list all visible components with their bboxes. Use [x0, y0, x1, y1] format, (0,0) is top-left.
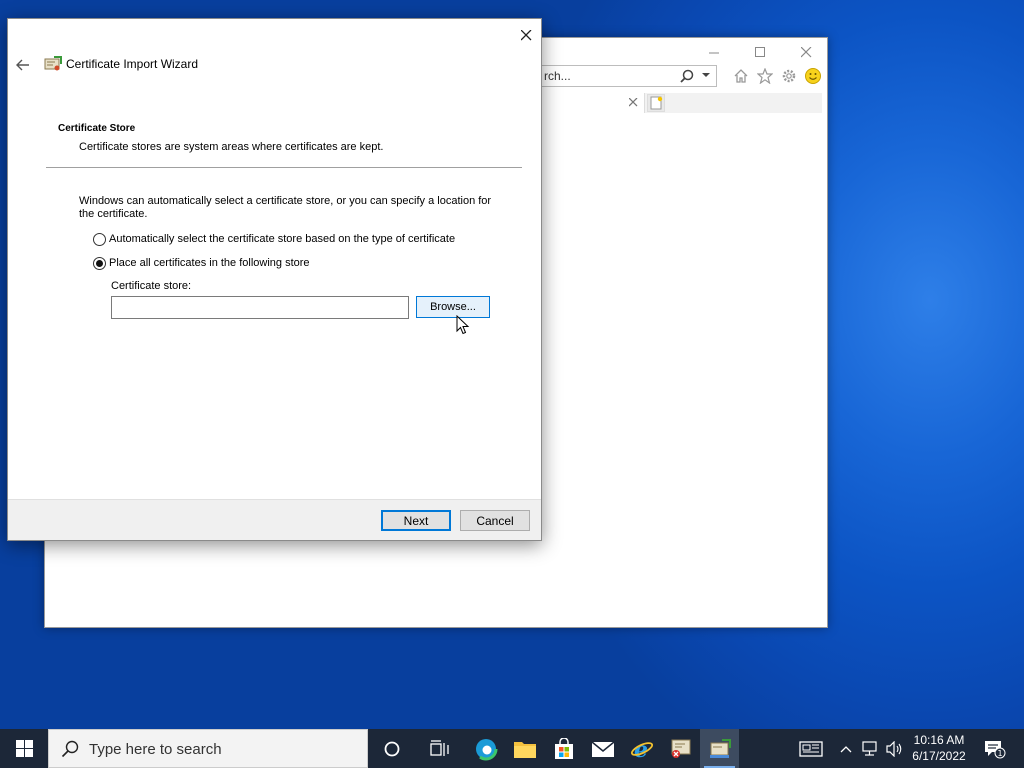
store-bag-icon	[554, 737, 573, 759]
taskbar-search-box[interactable]: Type here to search	[48, 729, 368, 768]
address-text: rch...	[544, 69, 571, 83]
minimize-button[interactable]	[691, 38, 737, 66]
maximize-button[interactable]	[737, 38, 783, 66]
internet-explorer-icon: e	[630, 737, 653, 761]
new-tab-icon	[650, 96, 663, 110]
start-button[interactable]	[0, 729, 48, 768]
radio-button-place[interactable]	[93, 256, 106, 270]
browser-close-button[interactable]	[783, 38, 829, 66]
mail-envelope-icon	[591, 740, 614, 757]
certificate-import-wizard-dialog: Certificate Import Wizard Certificate St…	[7, 18, 542, 541]
smiley-feedback-icon[interactable]	[803, 66, 823, 86]
intro-text: Windows can automatically select a certi…	[79, 195, 492, 220]
system-clock[interactable]: 10:16 AM 6/17/2022	[906, 732, 972, 764]
internet-explorer-taskbar-button[interactable]: e	[622, 729, 661, 768]
search-icon[interactable]	[680, 69, 694, 83]
section-description: Certificate stores are system areas wher…	[79, 141, 384, 153]
next-button[interactable]: Next	[381, 510, 451, 531]
task-view-icon	[429, 739, 449, 756]
browser-tab[interactable]	[541, 93, 645, 113]
mail-taskbar-button[interactable]	[583, 729, 622, 768]
folder-icon	[513, 741, 536, 758]
taskbar: Type here to search e 10:16 AM 6/17/2022	[0, 729, 1024, 768]
chevron-down-icon[interactable]	[702, 73, 710, 78]
cortana-button[interactable]	[372, 729, 411, 768]
chevron-up-icon	[840, 745, 852, 752]
search-placeholder: Type here to search	[89, 741, 222, 758]
minimize-icon	[708, 52, 719, 53]
edge-taskbar-button[interactable]	[466, 729, 505, 768]
close-icon	[800, 46, 811, 57]
edge-icon	[474, 737, 497, 760]
speaker-icon	[886, 740, 902, 757]
radio-label-place: Place all certificates in the following …	[109, 257, 310, 269]
place-in-store-option[interactable]: Place all certificates in the following …	[93, 255, 310, 271]
certificate-manager-taskbar-button[interactable]	[661, 729, 700, 768]
windows-logo-icon	[15, 740, 33, 757]
back-button[interactable]	[13, 55, 33, 75]
dialog-close-button[interactable]	[512, 23, 540, 47]
auto-select-store-option[interactable]: Automatically select the certificate sto…	[93, 231, 455, 247]
file-explorer-taskbar-button[interactable]	[505, 729, 544, 768]
gear-icon[interactable]	[779, 66, 799, 86]
search-icon	[61, 740, 79, 758]
show-hidden-icons-button[interactable]	[836, 729, 856, 768]
certificate-store-label: Certificate store:	[111, 280, 192, 292]
radio-label-auto: Automatically select the certificate sto…	[109, 233, 456, 245]
browse-button[interactable]: Browse...	[416, 296, 490, 318]
svg-text:e: e	[634, 737, 648, 761]
section-title: Certificate Store	[58, 123, 136, 134]
mouse-cursor-icon	[456, 315, 470, 335]
radio-button-auto[interactable]	[93, 232, 106, 246]
address-search-box[interactable]: rch...	[541, 65, 717, 87]
news-widget-button[interactable]	[796, 729, 826, 768]
close-icon	[520, 29, 531, 40]
notification-icon: 1	[985, 740, 1006, 758]
notification-center-button[interactable]: 1	[980, 729, 1010, 768]
news-icon	[799, 740, 823, 757]
favorites-star-icon[interactable]	[755, 66, 775, 86]
certificate-wizard-icon	[44, 56, 62, 71]
new-tab-button[interactable]	[647, 94, 665, 112]
home-icon[interactable]	[731, 66, 751, 86]
tab-close-icon[interactable]	[628, 96, 638, 110]
maximize-icon	[754, 46, 765, 57]
certificate-error-icon	[671, 739, 690, 758]
store-taskbar-button[interactable]	[544, 729, 583, 768]
certificate-import-wizard-taskbar-button[interactable]	[700, 729, 739, 768]
volume-button[interactable]	[884, 729, 906, 768]
network-icon	[862, 740, 877, 756]
clock-time: 10:16 AM	[913, 733, 965, 747]
task-view-button[interactable]	[420, 729, 459, 768]
certificate-wizard-icon	[709, 738, 731, 758]
tab-strip	[541, 93, 822, 113]
cancel-button[interactable]: Cancel	[460, 510, 530, 531]
certificate-store-field[interactable]	[111, 296, 409, 319]
clock-date: 6/17/2022	[912, 749, 966, 763]
dialog-footer: Next Cancel	[8, 499, 541, 540]
cortana-circle-icon	[384, 741, 399, 756]
header-divider	[46, 167, 522, 168]
back-arrow-icon	[16, 59, 29, 71]
dialog-title: Certificate Import Wizard	[66, 57, 199, 71]
notification-count: 1	[997, 749, 1002, 758]
network-button[interactable]	[860, 729, 882, 768]
